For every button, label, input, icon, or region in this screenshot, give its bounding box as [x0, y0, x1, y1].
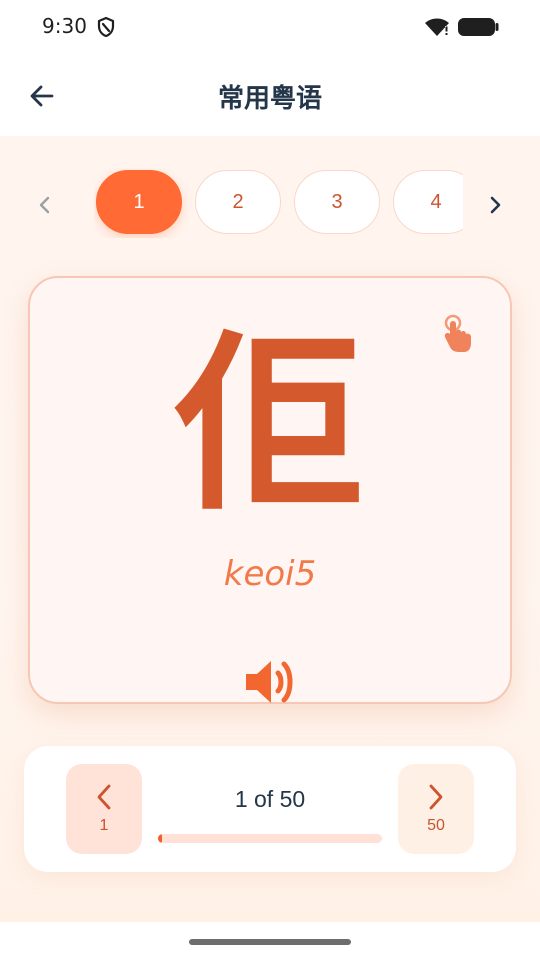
- progress-fill: [158, 834, 163, 843]
- chevron-right-icon: [429, 784, 443, 810]
- chevron-left-icon: [97, 784, 111, 810]
- next-card-button[interactable]: 50: [398, 764, 474, 854]
- chevron-right-icon: [490, 196, 501, 214]
- speaker-button[interactable]: [242, 652, 302, 712]
- shield-icon: [97, 16, 115, 38]
- pager-track: 1234: [96, 170, 463, 234]
- pager-strip: 1234: [94, 168, 463, 238]
- previous-card-button[interactable]: 1: [66, 764, 142, 854]
- system-nav-bar: [0, 922, 540, 960]
- speaker-icon: [246, 661, 293, 703]
- status-bar: 9:30: [0, 0, 540, 54]
- content-area: 1234 佢 keoi5 1 1 of 50 50: [0, 136, 540, 922]
- progress-text: 1 of 50: [234, 786, 306, 812]
- previous-card-number: 1: [99, 817, 109, 834]
- home-indicator[interactable]: [189, 939, 351, 945]
- wifi-icon: [425, 18, 449, 36]
- page-chip-1[interactable]: 1: [96, 170, 182, 234]
- status-time: 9:30: [42, 14, 87, 38]
- battery-icon: [458, 18, 499, 36]
- page-chip-3[interactable]: 3: [294, 170, 380, 234]
- progress-bar: [158, 834, 382, 843]
- page-title: 常用粤语: [217, 84, 322, 114]
- pager-prev-button[interactable]: [30, 190, 60, 220]
- app-bar: 常用粤语: [0, 54, 540, 136]
- card-romanization: keoi5: [223, 554, 317, 594]
- page-chip-4[interactable]: 4: [393, 170, 463, 234]
- chevron-left-icon: [39, 196, 50, 214]
- card-character: 佢: [174, 315, 365, 536]
- card-navigation-panel: 1 1 of 50 50: [24, 746, 516, 872]
- next-card-number: 50: [427, 817, 445, 834]
- pager-next-button[interactable]: [480, 190, 510, 220]
- flash-card[interactable]: 佢 keoi5: [28, 276, 512, 704]
- page-chip-2[interactable]: 2: [195, 170, 281, 234]
